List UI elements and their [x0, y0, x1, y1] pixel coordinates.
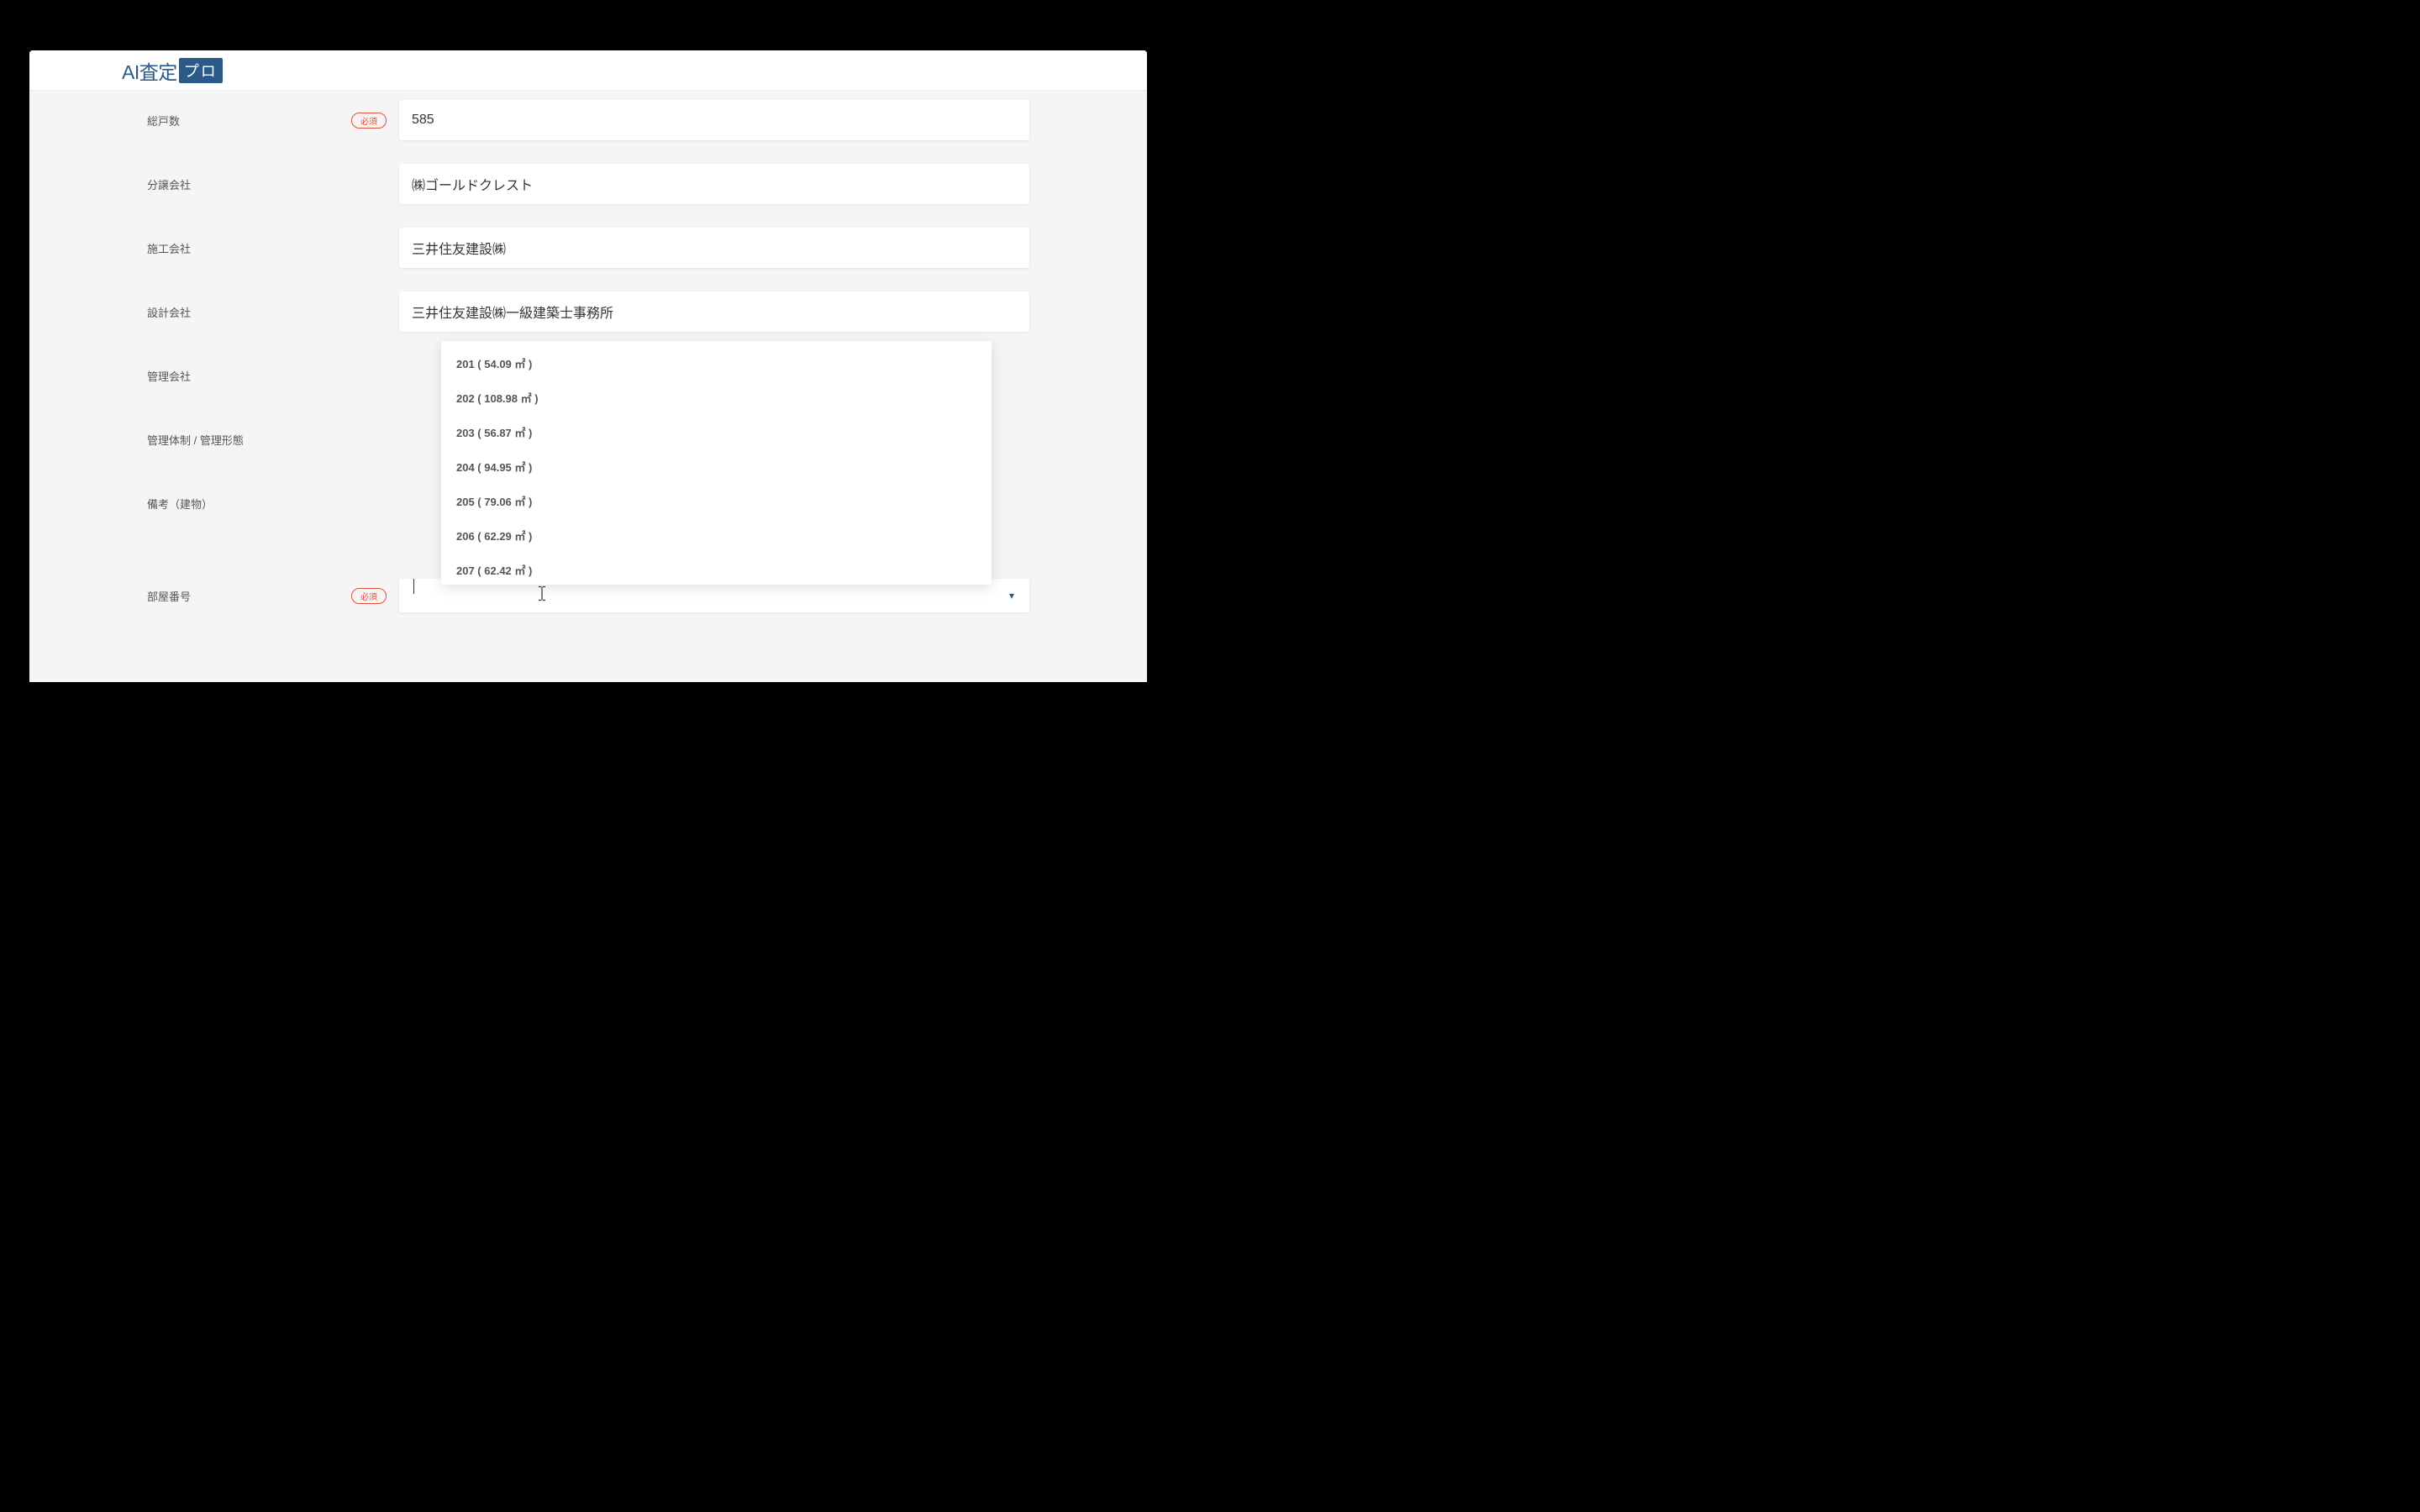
dropdown-option[interactable]: 205 ( 79.06 ㎡ ) — [441, 484, 992, 518]
label-developer: 分譲会社 — [147, 176, 399, 192]
label-management-type: 管理体制 / 管理形態 — [147, 432, 399, 448]
input-total-units[interactable] — [399, 100, 1029, 140]
label-remarks-building: 備考（建物） — [147, 496, 399, 512]
input-developer[interactable] — [399, 164, 1029, 204]
label-designer: 設計会社 — [147, 304, 399, 320]
app-header: AI査定 プロ — [29, 50, 1147, 91]
dropdown-option[interactable]: 206 ( 62.29 ㎡ ) — [441, 518, 992, 553]
label-management-company: 管理会社 — [147, 368, 399, 384]
laptop-base-decoration — [0, 682, 1176, 706]
dropdown-option[interactable]: 204 ( 94.95 ㎡ ) — [441, 449, 992, 484]
label-room-number: 部屋番号 — [147, 588, 343, 604]
dropdown-room-options: 201 ( 54.09 ㎡ ) 202 ( 108.98 ㎡ ) 203 ( 5… — [441, 341, 992, 585]
row-total-units: 総戸数 必須 — [29, 99, 1147, 141]
dropdown-option[interactable]: 201 ( 54.09 ㎡ ) — [441, 346, 992, 381]
row-developer: 分譲会社 — [29, 163, 1147, 205]
ibeam-cursor-icon — [538, 586, 546, 606]
input-constructor[interactable] — [399, 228, 1029, 268]
text-cursor-icon — [413, 579, 414, 594]
app-logo: AI査定 プロ — [122, 56, 223, 85]
label-total-units: 総戸数 — [147, 113, 343, 129]
dropdown-caret-icon: ▾ — [1009, 590, 1014, 601]
logo-badge: プロ — [179, 58, 223, 83]
dropdown-option[interactable]: 202 ( 108.98 ㎡ ) — [441, 381, 992, 415]
form-container: 総戸数 必須 分譲会社 施工会社 — [29, 91, 1147, 655]
required-badge: 必須 — [351, 588, 387, 604]
label-constructor: 施工会社 — [147, 240, 399, 256]
required-badge: 必須 — [351, 113, 387, 129]
dropdown-option[interactable]: 207 ( 62.42 ㎡ ) — [441, 553, 992, 585]
row-constructor: 施工会社 — [29, 227, 1147, 269]
dropdown-option[interactable]: 203 ( 56.87 ㎡ ) — [441, 415, 992, 449]
input-designer[interactable] — [399, 291, 1029, 332]
logo-text: AI査定 — [122, 56, 177, 85]
row-designer: 設計会社 — [29, 291, 1147, 333]
